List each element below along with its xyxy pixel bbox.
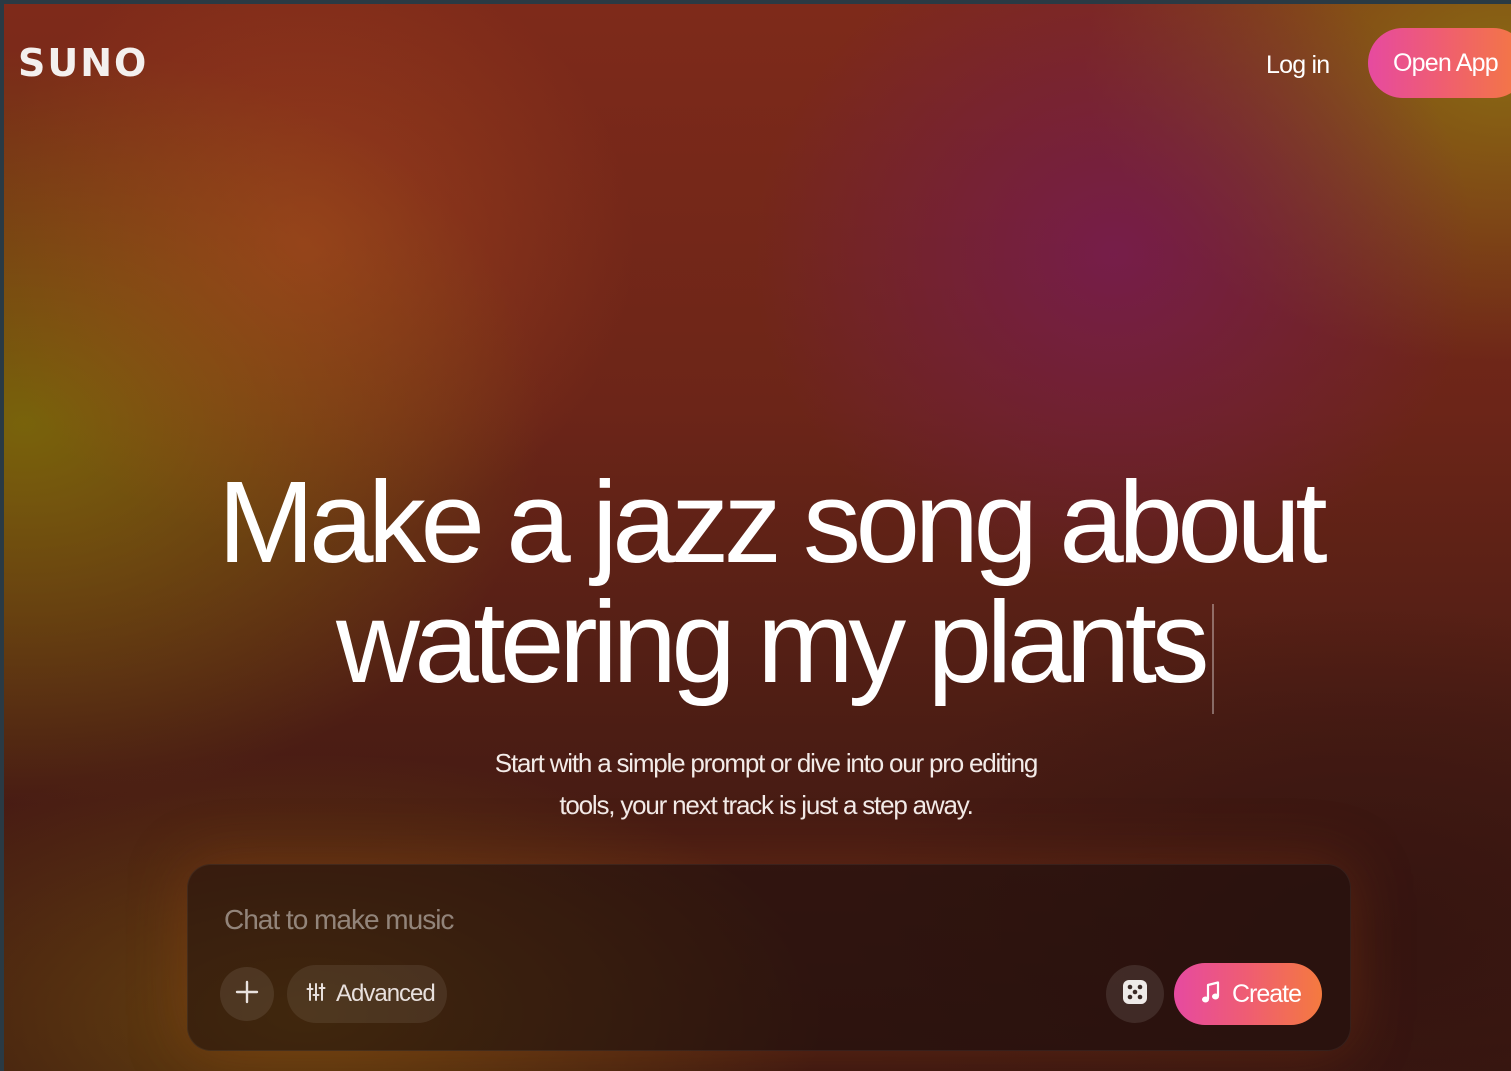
hero-headline: Make a jazz song about watering my plant… <box>4 462 1511 702</box>
hero-subtitle-line-2: tools, your next track is just a step aw… <box>559 790 973 820</box>
plus-icon <box>235 980 259 1009</box>
hero-subtitle-line-1: Start with a simple prompt or dive into … <box>494 748 1039 778</box>
typing-caret <box>1212 604 1214 714</box>
music-note-icon <box>1200 980 1222 1009</box>
advanced-label: Advanced <box>336 980 436 1007</box>
hero-headline-line-1: Make a jazz song about <box>217 457 1328 587</box>
login-link[interactable]: Log in <box>1266 51 1330 80</box>
add-button[interactable] <box>220 967 274 1021</box>
dice-icon <box>1122 979 1148 1010</box>
suno-logo[interactable]: SUNO <box>18 44 148 82</box>
create-button[interactable]: Create <box>1174 963 1322 1025</box>
random-prompt-button[interactable] <box>1106 965 1164 1023</box>
advanced-button[interactable]: Advanced <box>287 965 447 1023</box>
sliders-icon <box>306 982 326 1007</box>
create-label: Create <box>1232 979 1302 1008</box>
hero-subtitle: Start with a simple prompt or dive into … <box>486 742 1046 826</box>
page-background: SUNO Log in Open App Make a jazz song ab… <box>4 4 1511 1071</box>
chat-input[interactable] <box>222 899 1086 941</box>
open-app-button[interactable]: Open App <box>1368 28 1511 98</box>
hero-headline-line-2: watering my plants <box>335 577 1210 707</box>
prompt-composer: Advanced <box>187 864 1351 1051</box>
